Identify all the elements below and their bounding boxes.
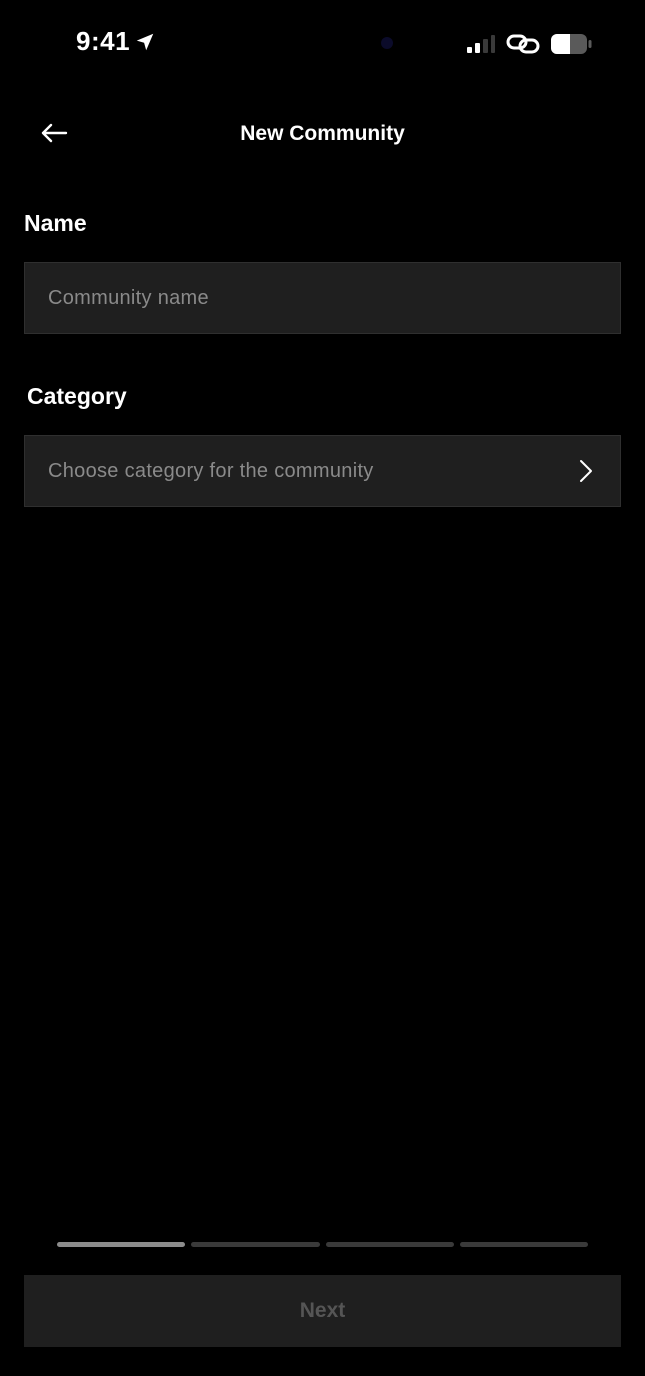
chevron-right-icon — [580, 460, 592, 482]
page-title: New Community — [240, 122, 405, 145]
category-placeholder: Choose category for the community — [48, 459, 374, 482]
location-arrow-icon — [136, 33, 154, 51]
signal-icon — [467, 35, 495, 53]
community-name-input[interactable] — [24, 262, 621, 334]
category-select[interactable]: Choose category for the community — [24, 435, 621, 507]
step-progress-indicator — [57, 1242, 588, 1247]
progress-segment — [57, 1242, 186, 1247]
camera-indicator-icon — [381, 37, 393, 49]
progress-segment — [191, 1242, 320, 1247]
name-label: Name — [24, 210, 87, 236]
link-icon — [506, 34, 540, 54]
next-button[interactable]: Next — [24, 1275, 621, 1347]
progress-segment — [459, 1242, 588, 1247]
status-bar: 9:41 — [0, 0, 645, 90]
battery-icon — [551, 34, 592, 54]
progress-segment — [325, 1242, 454, 1247]
category-label: Category — [27, 383, 127, 409]
status-time: 9:41 — [76, 26, 131, 56]
navigation-header: New Community — [0, 100, 645, 170]
